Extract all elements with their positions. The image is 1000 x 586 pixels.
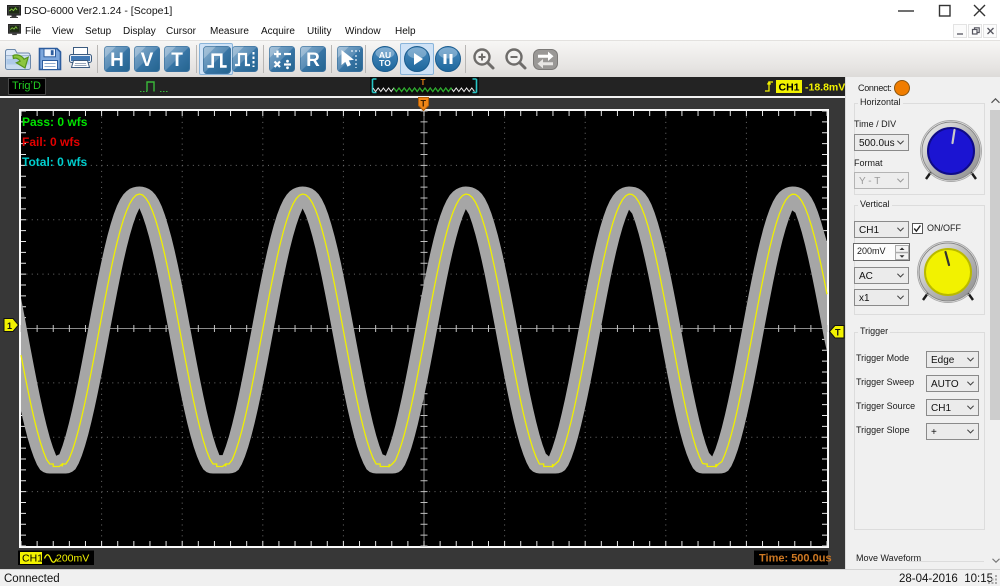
svg-text:Fail: 0 wfs: Fail: 0 wfs [22, 135, 80, 149]
svg-text:1: 1 [7, 321, 12, 331]
svg-text:CH1: CH1 [22, 553, 43, 565]
svg-text:R: R [306, 50, 320, 71]
svg-text:V: V [141, 50, 154, 71]
svg-text:H: H [110, 50, 124, 71]
svg-text:200mV: 200mV [56, 553, 89, 565]
svg-text:T: T [835, 328, 841, 338]
svg-text:Pass: 0 wfs: Pass: 0 wfs [22, 115, 88, 129]
svg-text:Time: 500.0us: Time: 500.0us [759, 553, 832, 565]
svg-text:T: T [421, 99, 427, 109]
svg-text:Total: 0 wfs: Total: 0 wfs [22, 155, 87, 169]
svg-text:T: T [171, 50, 183, 71]
svg-text:TO: TO [379, 58, 391, 68]
